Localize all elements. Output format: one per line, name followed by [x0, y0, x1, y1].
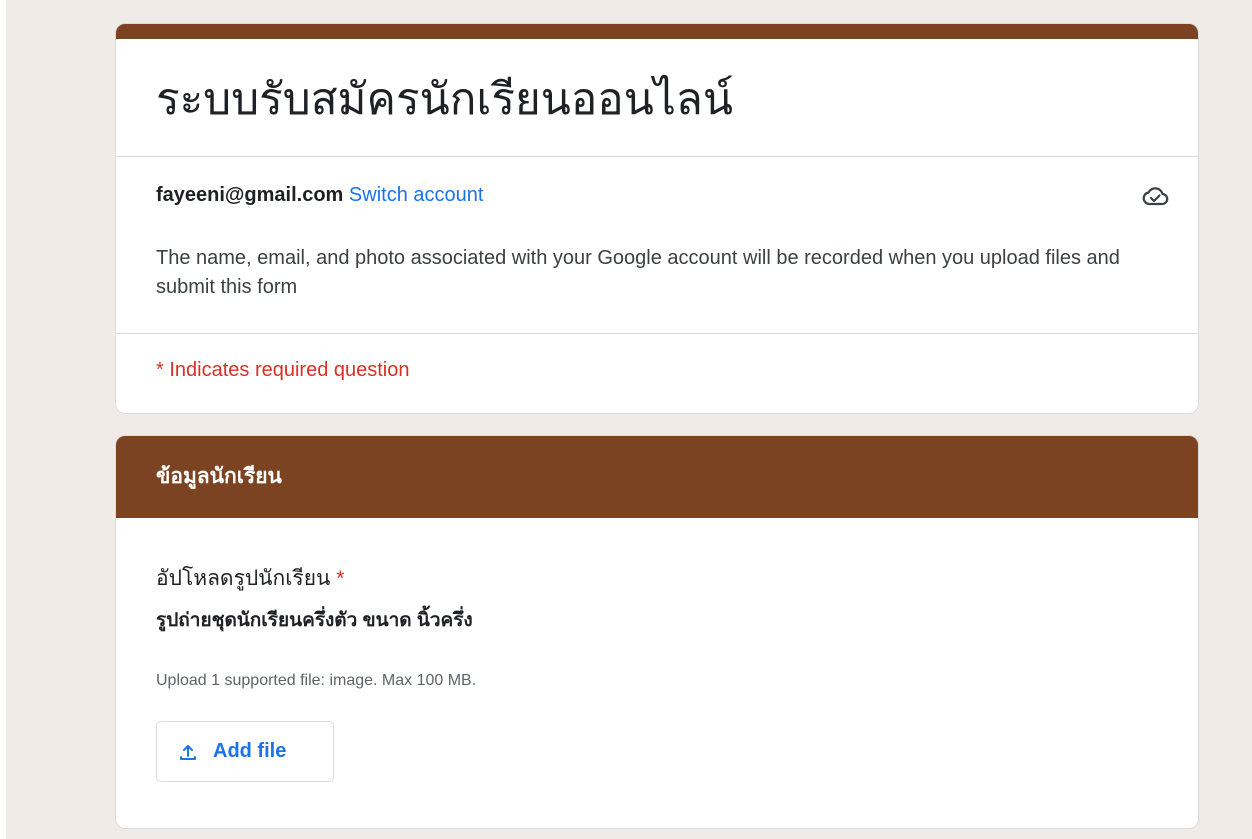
form-title: ระบบรับสมัครนักเรียนออนไลน์	[156, 75, 733, 124]
switch-account-link[interactable]: Switch account	[349, 184, 484, 206]
question-title-text: อัปโหลดรูปนักเรียน	[156, 567, 331, 590]
header-accent-band	[116, 24, 1198, 39]
required-question-note: * Indicates required question	[156, 359, 410, 381]
notice-divider	[116, 333, 1198, 334]
privacy-notice: The name, email, and photo associated wi…	[156, 247, 1120, 298]
upload-hint: Upload 1 supported file: image. Max 100 …	[156, 672, 477, 689]
section-header: ข้อมูลนักเรียน	[116, 436, 1198, 518]
add-file-button[interactable]: Add file	[156, 721, 334, 782]
account-email: fayeeni@gmail.com	[156, 184, 344, 206]
header-divider	[116, 156, 1198, 157]
student-info-card: ข้อมูลนักเรียน อัปโหลดรูปนักเรียน * รูปถ…	[115, 435, 1199, 829]
page-edge	[0, 0, 6, 839]
upload-icon	[180, 744, 196, 760]
account-row: fayeeni@gmail.com Switch account	[156, 181, 483, 209]
cloud-check-icon	[1142, 187, 1169, 206]
required-asterisk: *	[336, 567, 345, 590]
section-title: ข้อมูลนักเรียน	[156, 465, 282, 488]
add-file-label: Add file	[213, 740, 287, 762]
form-header-card: ระบบรับสมัครนักเรียนออนไลน์ fayeeni@gmai…	[115, 23, 1199, 414]
question-title: อัปโหลดรูปนักเรียน *	[156, 564, 344, 594]
question-description: รูปถ่ายชุดนักเรียนครึ่งตัว ขนาด นิ้วครึ่…	[156, 610, 473, 631]
